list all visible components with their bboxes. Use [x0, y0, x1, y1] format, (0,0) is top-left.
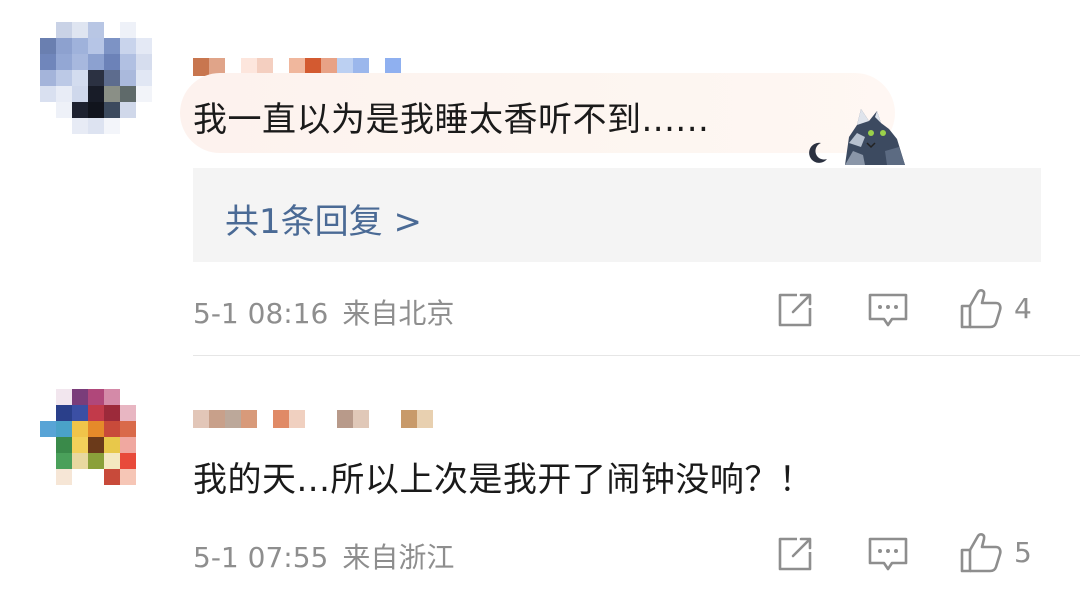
comment-button[interactable]	[866, 288, 910, 332]
share-icon	[778, 537, 812, 571]
comment-content: 我的天...所以上次是我开了闹钟没响？！	[193, 460, 814, 500]
username[interactable]	[193, 36, 401, 76]
reply-preview[interactable]: 共1条回复 >	[193, 168, 1041, 262]
comment-button[interactable]	[866, 532, 910, 576]
like-count: 4	[1014, 291, 1032, 325]
like-button[interactable]: 5	[958, 530, 1032, 574]
cat-sticker-icon	[809, 109, 905, 165]
like-count: 5	[1014, 535, 1032, 569]
like-icon	[960, 289, 1002, 329]
comment-item: 我的天...所以上次是我开了闹钟没响？！ 5-1 07:55 来自浙江 5	[0, 356, 1080, 594]
comment-content: 我一直以为是我睡太香听不到......	[193, 100, 710, 140]
comment-date: 5-1 08:16	[193, 297, 329, 330]
comment-icon	[868, 293, 908, 327]
username[interactable]	[193, 388, 433, 428]
comment-date: 5-1 07:55	[193, 541, 329, 574]
comment-item: 我一直以为是我睡太香听不到...... 共1条回复 > 5-1 08:16 来自北…	[0, 0, 1080, 355]
share-icon	[778, 293, 812, 327]
comment-icon	[868, 537, 908, 571]
avatar[interactable]	[40, 389, 152, 501]
comment-location: 来自北京	[342, 297, 455, 330]
comment-location: 来自浙江	[342, 541, 455, 574]
share-button[interactable]	[775, 288, 815, 332]
share-button[interactable]	[775, 532, 815, 576]
avatar[interactable]	[40, 22, 152, 134]
comment-meta: 5-1 08:16 来自北京	[193, 292, 454, 332]
comment-meta: 5-1 07:55 来自浙江	[193, 536, 454, 576]
like-icon	[960, 533, 1002, 573]
view-replies-link[interactable]: 共1条回复 >	[225, 194, 422, 243]
like-button[interactable]: 4	[958, 286, 1032, 330]
